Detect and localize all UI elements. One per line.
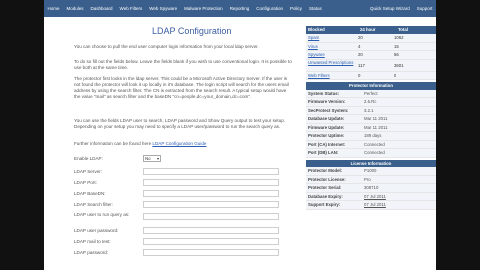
nav-item-modules[interactable]: Modules bbox=[63, 6, 87, 11]
ldap-user-query-input[interactable] bbox=[143, 213, 279, 220]
stats-label-link[interactable]: Web Filters bbox=[306, 72, 356, 80]
stats-row: Web Filters 0 0 bbox=[306, 71, 436, 80]
ldap-basedn-input[interactable] bbox=[143, 190, 279, 197]
nav-item-web-filters[interactable]: Web Filters bbox=[116, 6, 146, 11]
license-row: Protector License: Pro bbox=[306, 175, 436, 184]
nav-item-status[interactable]: Status bbox=[306, 6, 326, 11]
stats-row: Spam 20 1062 bbox=[306, 34, 436, 43]
license-row: Protector Model: P1000 bbox=[306, 167, 436, 176]
stats-row: Virus 4 15 bbox=[306, 42, 436, 51]
ldap-guide-link[interactable]: LDAP Configuration Guide bbox=[152, 141, 206, 146]
nav-item-web-spyware[interactable]: Web Spyware bbox=[146, 6, 181, 11]
status-sidebar: Blocked 24 hour Total Spam 20 1062 Virus 4 1… bbox=[306, 26, 436, 210]
stats-label-link[interactable]: Spam bbox=[306, 34, 356, 42]
support-expiry-link[interactable]: 07 Jul 2011 bbox=[362, 201, 436, 209]
info-row: Firmware Version: 2.6.Rc bbox=[306, 98, 436, 107]
ldap-user-query-label: LDAP user to run query as: bbox=[74, 212, 130, 217]
enable-ldap-label: Enable LDAP: bbox=[74, 156, 103, 161]
nav-item-configuration[interactable]: Configuration bbox=[253, 6, 287, 11]
ldap-user-password-input[interactable] bbox=[143, 227, 279, 234]
license-row: Database Expiry: 07 Jul 2011 bbox=[306, 192, 436, 201]
video-letterbox-left bbox=[0, 0, 44, 270]
ldap-search-filter-label: LDAP Search filter: bbox=[74, 202, 113, 207]
stats-label-link[interactable]: Spyware bbox=[306, 51, 356, 59]
info-row: System Status: Perfect bbox=[306, 89, 436, 98]
top-navigation-bar: Home Modules Dashboard Web Filters Web S… bbox=[44, 0, 436, 17]
nav-item-support[interactable]: Support bbox=[413, 6, 436, 11]
info-row: SecProtect System: 3.2.1 bbox=[306, 106, 436, 115]
nav-item-dashboard[interactable]: Dashboard bbox=[87, 6, 116, 11]
protector-info-header: Protector Information bbox=[306, 82, 436, 90]
license-row: Support Expiry: 07 Jul 2011 bbox=[306, 201, 436, 210]
info-row: Firmware Update: Mar 11 2011 bbox=[306, 123, 436, 132]
fill-fields-paragraph: To do so fill out the fields below. Leav… bbox=[74, 59, 292, 70]
ldap-mail-test-label: LDAP mail to test: bbox=[74, 239, 111, 244]
further-info-paragraph: Further information can be found here LD… bbox=[74, 141, 207, 146]
ldap-user-password-label: LDAP user password: bbox=[74, 228, 119, 233]
video-letterbox-right bbox=[436, 0, 480, 270]
stats-label-link[interactable]: Unwanted Prescriptions bbox=[306, 60, 356, 71]
info-row: Database Update: Mar 11 2011 bbox=[306, 115, 436, 124]
license-info-header: License Information bbox=[306, 159, 436, 167]
ldap-server-label: LDAP Server: bbox=[74, 169, 102, 174]
stats-row: Spyware 20 56 bbox=[306, 51, 436, 60]
ldap-password-input[interactable] bbox=[143, 249, 279, 256]
ldap-server-input[interactable] bbox=[143, 168, 279, 175]
license-row: Protector Serial: 308710 bbox=[306, 184, 436, 193]
nav-item-malware-protection[interactable]: Malware Protection bbox=[181, 6, 227, 11]
test-setup-paragraph: You can use the fields LDAP user to sear… bbox=[74, 118, 286, 129]
stats-label-link[interactable]: Virus bbox=[306, 43, 356, 51]
stats-header: Blocked 24 hour Total bbox=[306, 26, 436, 34]
info-row: Port (DB) LAN: Connected bbox=[306, 149, 436, 158]
browser-page: Home Modules Dashboard Web Filters Web S… bbox=[44, 0, 436, 270]
nav-item-home[interactable]: Home bbox=[44, 6, 63, 11]
stats-row: Unwanted Prescriptions 117 3601 bbox=[306, 59, 436, 72]
nav-item-reporting[interactable]: Reporting bbox=[226, 6, 253, 11]
intro-paragraph: You can choose to pull the end user comp… bbox=[74, 44, 259, 49]
ldap-port-label: LDAP Port: bbox=[74, 180, 97, 185]
nav-item-quick-setup[interactable]: Quick Setup Wizard bbox=[366, 6, 413, 11]
page-title: LDAP Configuration bbox=[152, 26, 232, 36]
chevron-down-icon: ▾ bbox=[156, 156, 159, 161]
ldap-password-label: LDAP password: bbox=[74, 250, 109, 255]
ldap-port-input[interactable] bbox=[143, 179, 279, 186]
info-row: Protector Uptime: 189 days bbox=[306, 132, 436, 141]
database-expiry-link[interactable]: 07 Jul 2011 bbox=[362, 193, 436, 201]
nav-item-policy[interactable]: Policy bbox=[286, 6, 305, 11]
info-row: Port (CA) Internet: Connected bbox=[306, 140, 436, 149]
ldap-search-filter-input[interactable] bbox=[143, 201, 279, 208]
lookup-paragraph: The protector first looks in the ldap se… bbox=[74, 76, 289, 99]
enable-ldap-select[interactable]: No ▾ bbox=[143, 155, 161, 162]
ldap-mail-test-input[interactable] bbox=[143, 238, 279, 245]
ldap-basedn-label: LDAP BaseDN: bbox=[74, 191, 106, 196]
